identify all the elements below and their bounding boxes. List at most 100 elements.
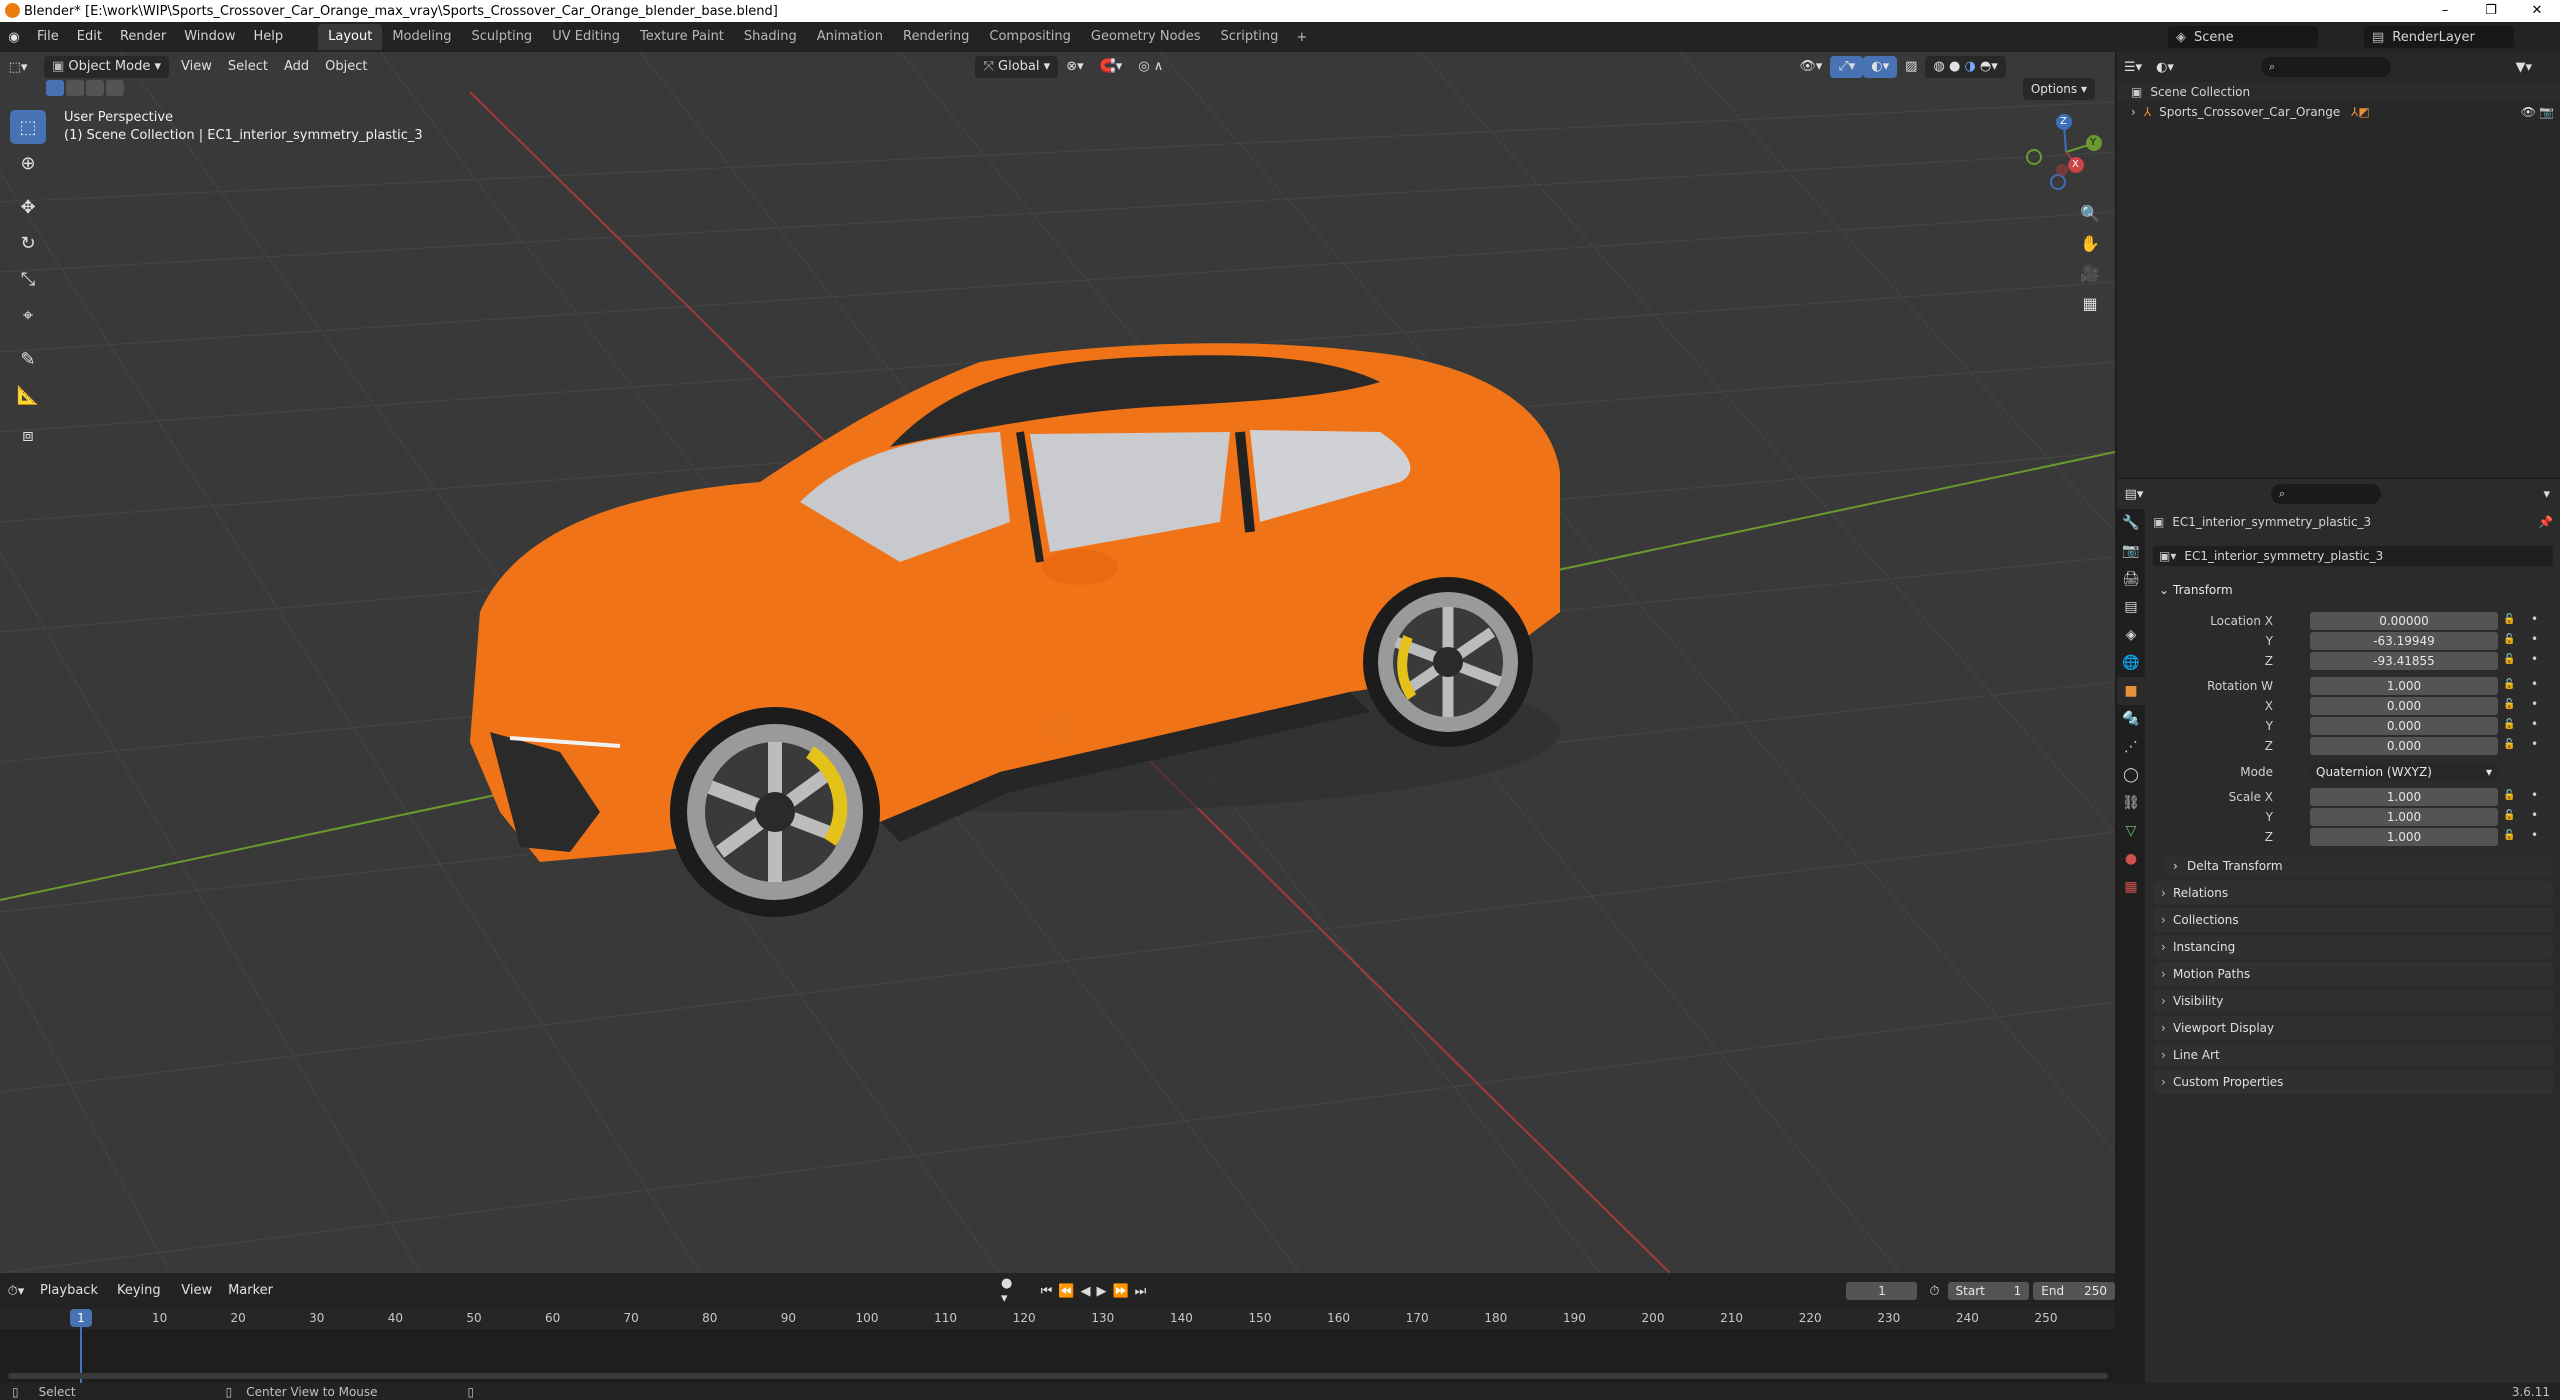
select-new-icon[interactable] xyxy=(46,80,64,96)
restore-button[interactable]: ❐ xyxy=(2468,0,2514,22)
overlay-toggle-icon[interactable]: ◐▾ xyxy=(1863,56,1898,78)
outliner-search-field[interactable]: ⌕ xyxy=(2261,57,2391,77)
menu-help[interactable]: Help xyxy=(245,22,293,52)
select-intersect-icon[interactable] xyxy=(106,80,124,96)
zoom-icon[interactable]: 🔍 xyxy=(2075,198,2105,228)
current-frame-field[interactable]: 1 xyxy=(1846,1282,1918,1300)
ortho-toggle-icon[interactable]: ▦ xyxy=(2075,288,2105,318)
material-shading-icon[interactable]: ◑ xyxy=(1964,59,1975,74)
move-tool-icon[interactable]: ✥ xyxy=(10,190,46,224)
jump-start-icon[interactable]: ⏮ xyxy=(1041,1284,1053,1299)
delta-transform-row[interactable]: › Delta Transform xyxy=(2165,855,2553,877)
object-tab-icon[interactable]: ■ xyxy=(2117,677,2145,705)
render-tab-icon[interactable]: 📷 xyxy=(2117,537,2145,565)
timeline-editor-type-icon[interactable]: ⏱▾ xyxy=(0,1284,32,1299)
mode-selector[interactable]: ▣ Object Mode ▾ xyxy=(44,56,169,78)
outliner-editor-type-icon[interactable]: ☰▾ xyxy=(2117,60,2149,75)
tab-scripting[interactable]: Scripting xyxy=(1211,24,1289,50)
gizmo-toggle-icon[interactable]: ⤢▾ xyxy=(1830,56,1864,78)
select-extend-icon[interactable] xyxy=(66,80,84,96)
minimize-button[interactable]: – xyxy=(2422,0,2468,22)
frame-ruler[interactable]: 10 20 30 40 50 60 70 80 90 100 110 120 130 140 150 160 1… xyxy=(0,1309,2115,1383)
lock-icon[interactable]: 🔓 xyxy=(2503,679,2515,690)
tab-modeling[interactable]: Modeling xyxy=(382,24,461,50)
menu-keying[interactable]: Keying ▾ xyxy=(109,1280,173,1320)
rendered-shading-icon[interactable]: ◓ xyxy=(1980,59,1991,74)
lock-icon[interactable]: 🔓 xyxy=(2503,739,2515,750)
object-datablock-name[interactable]: EC1_interior_symmetry_plastic_3 xyxy=(2184,549,2383,563)
properties-options-icon[interactable]: ▾ xyxy=(2543,487,2550,502)
panel-line-art[interactable]: Line Art xyxy=(2153,1043,2553,1067)
keyframe-dot-icon[interactable]: • xyxy=(2531,697,2538,711)
display-mode-icon[interactable]: ◐▾ xyxy=(2149,60,2181,75)
location-y-field[interactable]: -63.19949 xyxy=(2310,632,2498,650)
scale-x-field[interactable]: 1.000 xyxy=(2310,788,2498,806)
menu-object[interactable]: Object xyxy=(317,56,375,78)
end-frame-field[interactable]: End 250 xyxy=(2033,1282,2115,1300)
data-tab-icon[interactable]: ▽ xyxy=(2117,817,2145,845)
blender-menu-icon[interactable]: ◉ xyxy=(0,30,28,45)
tool-tab-icon[interactable]: 🔧 xyxy=(2117,509,2145,537)
proportional-edit-icon[interactable]: ◎ ∧ xyxy=(1130,56,1171,78)
properties-editor-type-icon[interactable]: ▤▾ xyxy=(2117,487,2151,502)
transform-tool-icon[interactable]: ⌖ xyxy=(10,298,46,332)
camera-view-icon[interactable]: 🎥 xyxy=(2075,258,2105,288)
annotate-tool-icon[interactable]: ✎ xyxy=(10,342,46,376)
location-z-field[interactable]: -93.41855 xyxy=(2310,652,2498,670)
panel-visibility[interactable]: Visibility xyxy=(2153,989,2553,1013)
cursor-tool-icon[interactable]: ⊕ xyxy=(10,146,46,180)
tab-layout[interactable]: Layout xyxy=(318,24,383,50)
panel-motion-paths[interactable]: Motion Paths xyxy=(2153,962,2553,986)
start-frame-field[interactable]: Start 1 xyxy=(1947,1282,2030,1300)
material-tab-icon[interactable]: ● xyxy=(2117,845,2145,873)
filter-icon[interactable]: ▼▾ xyxy=(2515,60,2532,75)
view-layer-selector[interactable]: ▤ RenderLayer xyxy=(2364,26,2514,48)
world-tab-icon[interactable]: 🌐 xyxy=(2117,649,2145,677)
menu-edit[interactable]: Edit xyxy=(68,22,111,52)
scene-tab-icon[interactable]: ◈ xyxy=(2117,621,2145,649)
keyframe-dot-icon[interactable]: • xyxy=(2531,828,2538,842)
keyframe-dot-icon[interactable]: • xyxy=(2531,737,2538,751)
wireframe-shading-icon[interactable]: ◍ xyxy=(1933,59,1944,74)
location-x-field[interactable]: 0.00000 xyxy=(2310,612,2498,630)
pan-hand-icon[interactable]: ✋ xyxy=(2075,228,2105,258)
output-tab-icon[interactable]: 🖨 xyxy=(2117,565,2145,593)
xray-icon[interactable]: ▨ xyxy=(1897,56,1925,78)
tab-animation[interactable]: Animation xyxy=(807,24,893,50)
panel-viewport-display[interactable]: Viewport Display xyxy=(2153,1016,2553,1040)
expand-arrow-icon[interactable]: › xyxy=(2131,105,2136,119)
rotation-y-field[interactable]: 0.000 xyxy=(2310,717,2498,735)
scene-selector[interactable]: ◈ Scene xyxy=(2168,26,2318,48)
scale-tool-icon[interactable]: ⤡ xyxy=(10,262,46,296)
pin-icon[interactable]: 📌 xyxy=(2538,515,2553,529)
tab-shading[interactable]: Shading xyxy=(734,24,807,50)
eye-icon[interactable]: 👁 xyxy=(2521,105,2536,119)
editor-type-icon[interactable]: ⬚▾ xyxy=(0,60,36,75)
close-button[interactable]: ✕ xyxy=(2514,0,2560,22)
tab-uv-editing[interactable]: UV Editing xyxy=(542,24,630,50)
3d-viewport[interactable]: ⬚▾ ▣ Object Mode ▾ View Select Add Objec… xyxy=(0,52,2115,1273)
keyframe-dot-icon[interactable]: • xyxy=(2531,632,2538,646)
play-icon[interactable]: ▶ xyxy=(1096,1284,1106,1299)
lock-icon[interactable]: 🔓 xyxy=(2503,699,2515,710)
snap-icon[interactable]: 🧲▾ xyxy=(1092,56,1131,78)
particles-tab-icon[interactable]: ⋰ xyxy=(2117,733,2145,761)
rotation-x-field[interactable]: 0.000 xyxy=(2310,697,2498,715)
panel-collections[interactable]: Collections xyxy=(2153,908,2553,932)
scale-z-field[interactable]: 1.000 xyxy=(2310,828,2498,846)
menu-playback[interactable]: Playback ▾ xyxy=(32,1280,109,1320)
panel-relations[interactable]: Relations xyxy=(2153,881,2553,905)
keyframe-dot-icon[interactable]: • xyxy=(2531,652,2538,666)
select-box-tool-icon[interactable]: ⬚ xyxy=(10,110,46,144)
lock-icon[interactable]: 🔓 xyxy=(2503,654,2515,665)
pivot-icon[interactable]: ⊗▾ xyxy=(1058,56,1091,78)
use-preview-range-icon[interactable]: ⏱ xyxy=(1929,1284,1939,1299)
visibility-icon[interactable]: 👁▾ xyxy=(1791,56,1830,78)
camera-render-icon[interactable]: 📷 xyxy=(2539,105,2554,119)
keyframe-dot-icon[interactable]: • xyxy=(2531,808,2538,822)
keyframe-dot-icon[interactable]: • xyxy=(2531,677,2538,691)
texture-tab-icon[interactable]: ▦ xyxy=(2117,873,2145,901)
scale-y-field[interactable]: 1.000 xyxy=(2310,808,2498,826)
menu-marker[interactable]: Marker xyxy=(220,1280,281,1302)
panel-instancing[interactable]: Instancing xyxy=(2153,935,2553,959)
